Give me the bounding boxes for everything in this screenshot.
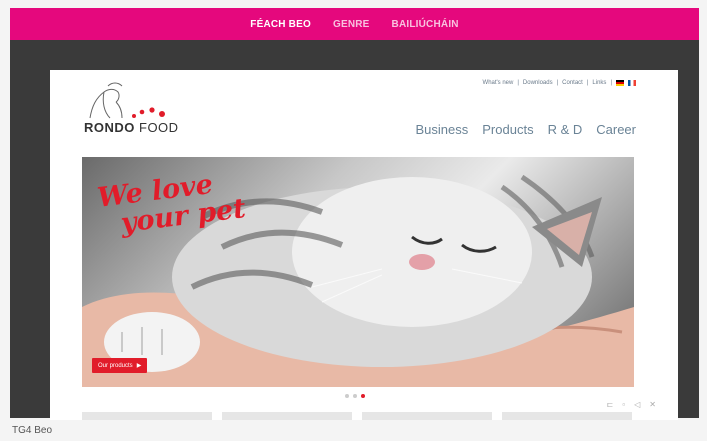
player-controls: ⊏ ▫ ◁ ✕ [607, 400, 656, 409]
slider-dots [345, 394, 365, 398]
util-link-links[interactable]: Links [592, 80, 606, 86]
nav-bailiuchain[interactable]: BAILIÚCHÁIN [392, 19, 459, 30]
product-tile[interactable] [82, 412, 212, 420]
our-products-label: Our products [98, 362, 133, 369]
frame-left [0, 0, 10, 441]
fullscreen-icon[interactable]: ✕ [649, 400, 656, 409]
video-player[interactable]: What's new | Downloads | Contact | Links | R… [50, 70, 678, 420]
util-link-downloads[interactable]: Downloads [523, 80, 553, 86]
product-tile[interactable] [502, 412, 632, 420]
channel-caption: TG4 Beo [12, 425, 53, 436]
slider-dot-active[interactable] [361, 394, 365, 398]
german-flag-icon[interactable] [616, 80, 624, 86]
nav-feach-beo[interactable]: FÉACH BEO [250, 19, 311, 30]
site-nav-career[interactable]: Career [596, 122, 636, 137]
french-flag-icon[interactable] [628, 80, 636, 86]
util-link-whats-new[interactable]: What's new [483, 80, 514, 86]
frame-top [0, 0, 707, 8]
hero-banner: We love your pet Our products ▶ [82, 157, 634, 387]
volume-icon[interactable]: ◁ [634, 400, 640, 409]
slider-dot[interactable] [345, 394, 349, 398]
arrow-right-icon: ▶ [136, 363, 142, 369]
site-nav-products[interactable]: Products [482, 122, 533, 137]
site-nav-business[interactable]: Business [416, 122, 469, 137]
product-tiles [82, 412, 632, 420]
slider-dot[interactable] [353, 394, 357, 398]
product-tile[interactable] [222, 412, 352, 420]
site-nav-rd[interactable]: R & D [548, 122, 583, 137]
utility-links: What's new | Downloads | Contact | Links | [483, 80, 636, 86]
nav-genre[interactable]: GENRE [333, 19, 370, 30]
top-navigation: FÉACH BEO GENRE BAILIÚCHÁIN [10, 8, 699, 40]
logo-wordmark: RONDO FOOD [84, 120, 179, 135]
frame-bottom [0, 418, 707, 441]
frame-right [699, 0, 707, 441]
product-tile[interactable] [362, 412, 492, 420]
site-main-nav: Business Products R & D Career [416, 122, 636, 137]
util-link-contact[interactable]: Contact [562, 80, 583, 86]
our-products-button[interactable]: Our products ▶ [92, 358, 148, 373]
subtitles-icon[interactable]: ⊏ [607, 400, 614, 409]
settings-icon[interactable]: ▫ [622, 400, 625, 409]
